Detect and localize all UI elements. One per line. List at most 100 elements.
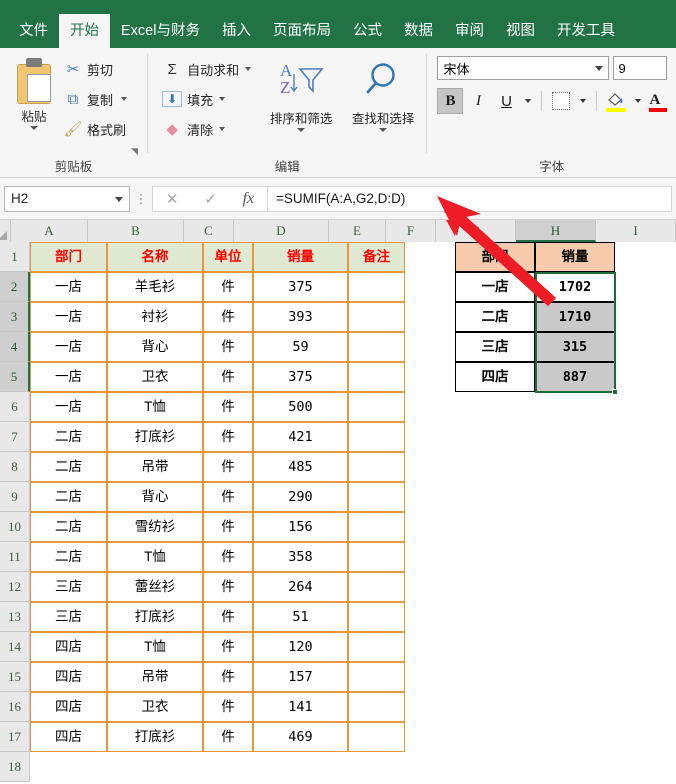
column-header-E[interactable]: E [329, 220, 386, 242]
cell-G7[interactable] [455, 422, 535, 452]
column-header-A[interactable]: A [11, 220, 88, 242]
cell-A18[interactable] [30, 752, 107, 782]
cell-C11[interactable]: 件 [203, 542, 253, 572]
row-header-3[interactable]: 3 [0, 302, 30, 332]
cell-E9[interactable] [348, 482, 405, 512]
cell-D9[interactable]: 290 [253, 482, 348, 512]
cell-I7[interactable] [615, 422, 676, 452]
cell-I2[interactable] [615, 272, 676, 302]
cell-A3[interactable]: 一店 [30, 302, 107, 332]
cell-E17[interactable] [348, 722, 405, 752]
font-family-combobox[interactable]: 宋体 [437, 56, 609, 80]
cell-I1[interactable] [615, 242, 676, 272]
cell-C10[interactable]: 件 [203, 512, 253, 542]
fill-color-dropdown-caret-icon[interactable] [635, 99, 641, 103]
cell-D17[interactable]: 469 [253, 722, 348, 752]
editing-item-caret-icon[interactable] [219, 127, 225, 131]
clipboard-format-painter-button[interactable]: 🖌格式刷 [62, 114, 127, 144]
cell-A13[interactable]: 三店 [30, 602, 107, 632]
cell-H9[interactable] [535, 482, 615, 512]
cell-I8[interactable] [615, 452, 676, 482]
editing-autosum-button[interactable]: Σ自动求和 [162, 54, 251, 84]
find-select-dropdown-caret-icon[interactable] [379, 128, 387, 132]
cell-C18[interactable] [203, 752, 253, 782]
cell-B14[interactable]: T恤 [107, 632, 203, 662]
cell-D14[interactable]: 120 [253, 632, 348, 662]
cell-B10[interactable]: 雪纺衫 [107, 512, 203, 542]
cell-B8[interactable]: 吊带 [107, 452, 203, 482]
cell-H17[interactable] [535, 722, 615, 752]
cell-C6[interactable]: 件 [203, 392, 253, 422]
cell-D2[interactable]: 375 [253, 272, 348, 302]
find-and-select-button[interactable]: 查找和选择 [340, 52, 426, 132]
cell-C5[interactable]: 件 [203, 362, 253, 392]
cell-E5[interactable] [348, 362, 405, 392]
clipboard-item-caret-icon[interactable] [121, 97, 127, 101]
cell-A16[interactable]: 四店 [30, 692, 107, 722]
cell-D11[interactable]: 358 [253, 542, 348, 572]
cell-I5[interactable] [615, 362, 676, 392]
row-header-11[interactable]: 11 [0, 542, 30, 572]
borders-dropdown-caret-icon[interactable] [580, 99, 586, 103]
cell-D8[interactable]: 485 [253, 452, 348, 482]
row-header-9[interactable]: 9 [0, 482, 30, 512]
ribbon-tab-2[interactable]: Excel与财务 [110, 14, 211, 48]
cell-A2[interactable]: 一店 [30, 272, 107, 302]
cell-D16[interactable]: 141 [253, 692, 348, 722]
ribbon-tab-8[interactable]: 视图 [495, 14, 546, 48]
cell-D12[interactable]: 264 [253, 572, 348, 602]
row-header-4[interactable]: 4 [0, 332, 30, 362]
cell-D13[interactable]: 51 [253, 602, 348, 632]
cell-A8[interactable]: 二店 [30, 452, 107, 482]
row-header-1[interactable]: 1 [0, 242, 30, 272]
cell-E4[interactable] [348, 332, 405, 362]
cell-E2[interactable] [348, 272, 405, 302]
cell-G1[interactable]: 部门 [455, 242, 535, 272]
cell-D4[interactable]: 59 [253, 332, 348, 362]
cell-F8[interactable] [405, 452, 455, 482]
cell-B18[interactable] [107, 752, 203, 782]
cell-B4[interactable]: 背心 [107, 332, 203, 362]
cell-E7[interactable] [348, 422, 405, 452]
cell-B16[interactable]: 卫衣 [107, 692, 203, 722]
fill-color-button[interactable] [603, 88, 629, 114]
cell-G4[interactable]: 三店 [455, 332, 535, 362]
cell-C16[interactable]: 件 [203, 692, 253, 722]
cell-I6[interactable] [615, 392, 676, 422]
cell-C13[interactable]: 件 [203, 602, 253, 632]
cell-I4[interactable] [615, 332, 676, 362]
cell-I18[interactable] [615, 752, 676, 782]
cell-C15[interactable]: 件 [203, 662, 253, 692]
cell-C1[interactable]: 单位 [203, 242, 253, 272]
underline-button[interactable]: U [493, 88, 519, 114]
cell-F15[interactable] [405, 662, 455, 692]
cell-F16[interactable] [405, 692, 455, 722]
cell-H11[interactable] [535, 542, 615, 572]
cell-G16[interactable] [455, 692, 535, 722]
cell-H12[interactable] [535, 572, 615, 602]
cell-I13[interactable] [615, 602, 676, 632]
cell-C12[interactable]: 件 [203, 572, 253, 602]
cell-F12[interactable] [405, 572, 455, 602]
cell-E16[interactable] [348, 692, 405, 722]
row-header-6[interactable]: 6 [0, 392, 30, 422]
cell-D3[interactable]: 393 [253, 302, 348, 332]
cell-H13[interactable] [535, 602, 615, 632]
row-header-8[interactable]: 8 [0, 452, 30, 482]
cell-H4[interactable]: 315 [535, 332, 615, 362]
cell-B6[interactable]: T恤 [107, 392, 203, 422]
cell-C4[interactable]: 件 [203, 332, 253, 362]
cell-F18[interactable] [405, 752, 455, 782]
row-header-15[interactable]: 15 [0, 662, 30, 692]
cell-E11[interactable] [348, 542, 405, 572]
cell-H10[interactable] [535, 512, 615, 542]
cell-A7[interactable]: 二店 [30, 422, 107, 452]
cell-I12[interactable] [615, 572, 676, 602]
cell-H2[interactable]: 1702 [535, 272, 615, 302]
cell-A15[interactable]: 四店 [30, 662, 107, 692]
column-header-D[interactable]: D [234, 220, 329, 242]
cell-D5[interactable]: 375 [253, 362, 348, 392]
cell-B15[interactable]: 吊带 [107, 662, 203, 692]
cell-F14[interactable] [405, 632, 455, 662]
cell-F5[interactable] [405, 362, 455, 392]
